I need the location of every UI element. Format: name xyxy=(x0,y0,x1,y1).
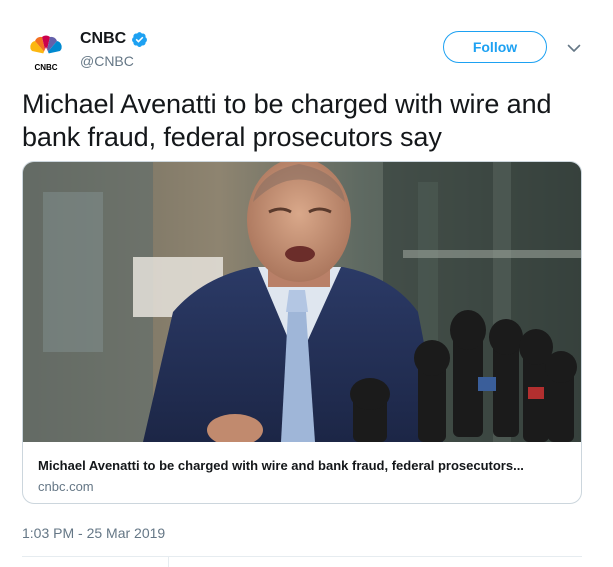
card-title[interactable]: Michael Avenatti to be charged with wire… xyxy=(38,458,568,473)
divider xyxy=(22,556,582,557)
display-name[interactable]: CNBC xyxy=(80,30,126,48)
card-domain: cnbc.com xyxy=(38,479,94,494)
verified-badge-icon xyxy=(131,31,148,48)
tweet: CNBC CNBC @CNBC Follow Michael Avenatti … xyxy=(0,0,613,567)
link-card[interactable]: Michael Avenatti to be charged with wire… xyxy=(22,161,582,504)
divider-tick xyxy=(168,556,169,567)
cnbc-peacock-icon: CNBC xyxy=(30,35,62,72)
chevron-down-icon[interactable] xyxy=(566,40,582,56)
tweet-timestamp[interactable]: 1:03 PM - 25 Mar 2019 xyxy=(22,525,165,541)
account-handle[interactable]: @CNBC xyxy=(80,53,134,69)
follow-button[interactable]: Follow xyxy=(443,31,547,63)
tweet-text: Michael Avenatti to be charged with wire… xyxy=(22,89,552,152)
card-image[interactable] xyxy=(23,162,582,442)
avatar[interactable]: CNBC xyxy=(22,30,70,78)
account-name-line[interactable]: CNBC xyxy=(80,30,148,48)
cnbc-logo-text: CNBC xyxy=(34,63,57,72)
